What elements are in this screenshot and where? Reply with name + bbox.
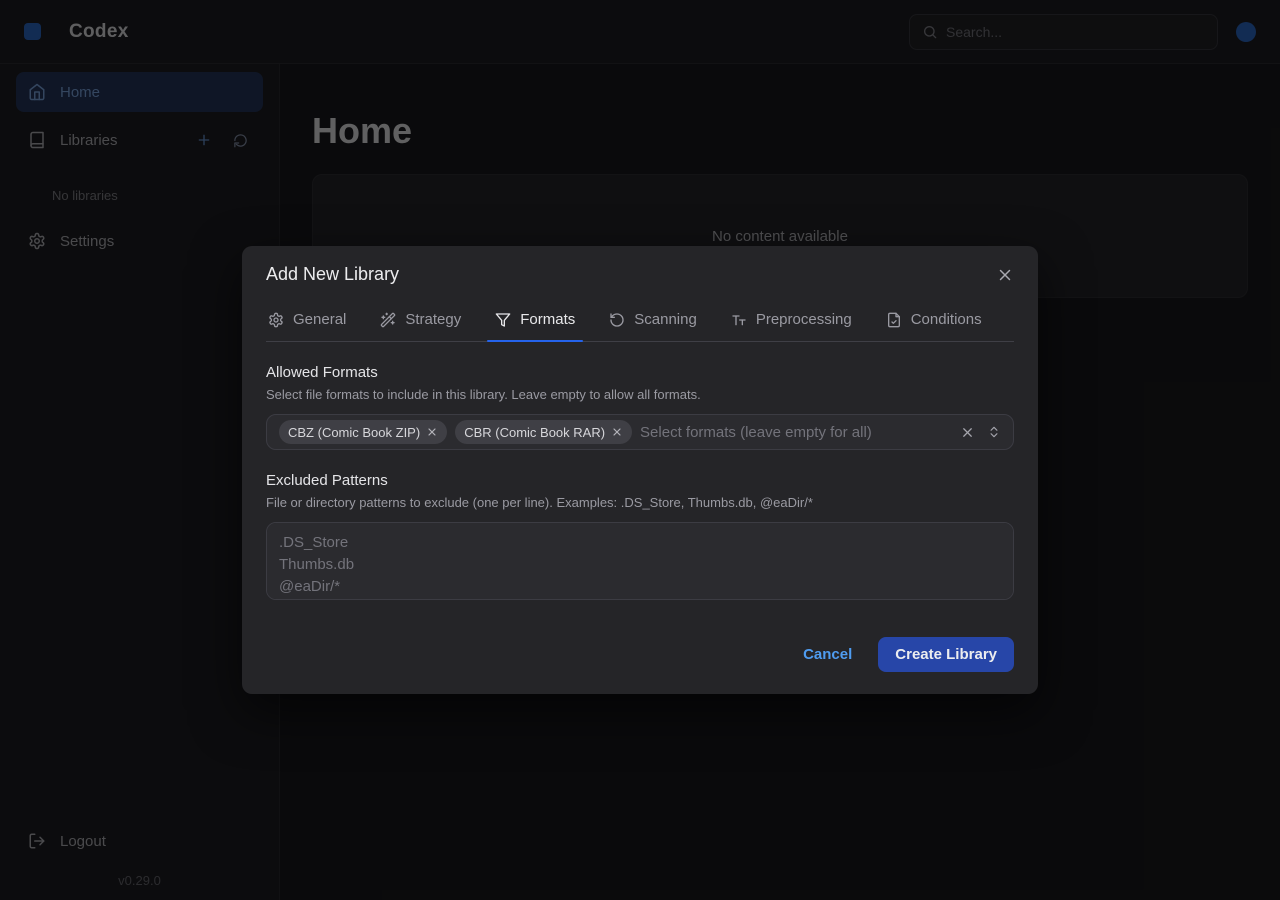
tab-strategy[interactable]: Strategy — [378, 305, 463, 341]
funnel-icon — [495, 312, 511, 328]
tab-label: Scanning — [634, 311, 697, 328]
excluded-patterns-description: File or directory patterns to exclude (o… — [266, 495, 1014, 510]
add-library-modal: Add New Library General Strategy Formats — [242, 246, 1038, 694]
allowed-formats-label: Allowed Formats — [266, 364, 1014, 381]
remove-chip-icon[interactable] — [611, 426, 623, 438]
tab-conditions[interactable]: Conditions — [884, 305, 984, 341]
tab-general[interactable]: General — [266, 305, 348, 341]
gear-icon — [268, 312, 284, 328]
tab-label: Conditions — [911, 311, 982, 328]
clear-formats-icon[interactable] — [960, 425, 975, 440]
format-chip: CBZ (Comic Book ZIP) — [279, 420, 447, 444]
tab-label: Strategy — [405, 311, 461, 328]
formats-multiselect[interactable]: CBZ (Comic Book ZIP) CBR (Comic Book RAR… — [266, 414, 1014, 450]
rotate-icon — [609, 312, 625, 328]
modal-title: Add New Library — [266, 264, 399, 285]
tab-formats[interactable]: Formats — [493, 305, 577, 341]
formats-placeholder: Select formats (leave empty for all) — [640, 424, 952, 441]
format-chip: CBR (Comic Book RAR) — [455, 420, 632, 444]
tab-label: Preprocessing — [756, 311, 852, 328]
remove-chip-icon[interactable] — [426, 426, 438, 438]
file-check-icon — [886, 312, 902, 328]
excluded-patterns-textarea[interactable] — [266, 522, 1014, 600]
chip-label: CBZ (Comic Book ZIP) — [288, 425, 420, 440]
chevrons-up-down-icon[interactable] — [987, 425, 1001, 439]
create-library-button[interactable]: Create Library — [878, 637, 1014, 672]
cancel-button[interactable]: Cancel — [803, 646, 852, 663]
close-icon[interactable] — [996, 266, 1014, 284]
modal-tabs: General Strategy Formats Scanning Prepro… — [266, 305, 1014, 342]
tab-label: General — [293, 311, 346, 328]
tab-label: Formats — [520, 311, 575, 328]
excluded-patterns-label: Excluded Patterns — [266, 472, 1014, 489]
tab-preprocessing[interactable]: Preprocessing — [729, 305, 854, 341]
chip-label: CBR (Comic Book RAR) — [464, 425, 605, 440]
allowed-formats-description: Select file formats to include in this l… — [266, 387, 1014, 402]
tab-scanning[interactable]: Scanning — [607, 305, 699, 341]
wand-icon — [380, 312, 396, 328]
type-icon — [731, 312, 747, 328]
